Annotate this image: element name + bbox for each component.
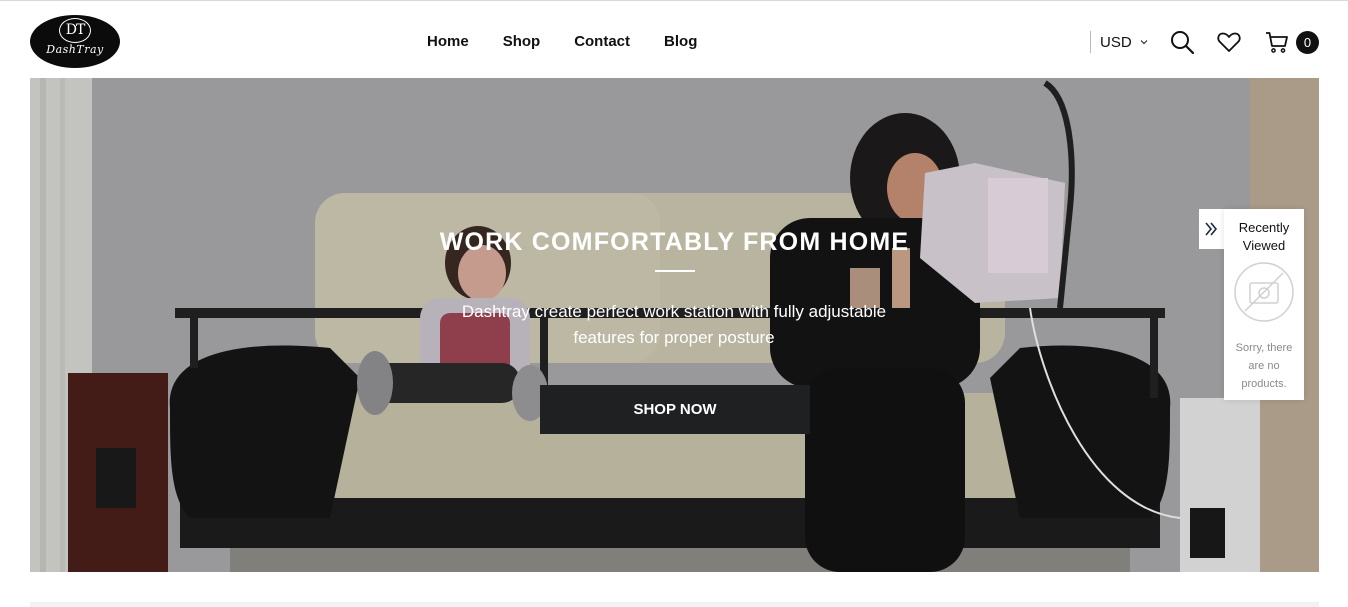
no-image-icon bbox=[1234, 262, 1294, 322]
shop-now-button[interactable]: SHOP NOW bbox=[540, 385, 810, 434]
cart-icon[interactable] bbox=[1264, 29, 1290, 55]
heart-icon[interactable] bbox=[1216, 29, 1242, 55]
site-logo[interactable]: DT DashTray bbox=[30, 15, 120, 68]
nav-contact[interactable]: Contact bbox=[557, 31, 647, 53]
cart-count-badge: 0 bbox=[1296, 31, 1319, 54]
nav-shop[interactable]: Shop bbox=[486, 31, 558, 53]
recently-viewed-toggle[interactable] bbox=[1199, 209, 1225, 249]
logo-wordmark: DashTray bbox=[46, 43, 104, 56]
hero-title: WORK COMFORTABLY FROM HOME bbox=[439, 228, 910, 256]
recently-viewed-panel: Recently Viewed Sorry, there are no prod… bbox=[1224, 209, 1304, 400]
site-header: DT DashTray Home Shop Contact Blog USD 0 bbox=[0, 1, 1348, 78]
hero-subtitle: Dashtray create perfect work station wit… bbox=[461, 302, 887, 347]
nav-home[interactable]: Home bbox=[410, 31, 486, 53]
currency-selector[interactable]: USD bbox=[1090, 31, 1148, 53]
recently-viewed-empty-message: Sorry, there are no products. bbox=[1235, 342, 1293, 390]
main-nav: Home Shop Contact Blog bbox=[410, 31, 714, 53]
logo-monogram: DT bbox=[59, 18, 91, 43]
double-chevron-right-icon bbox=[1205, 222, 1218, 236]
chevron-down-icon bbox=[1140, 40, 1148, 45]
currency-label: USD bbox=[1100, 33, 1132, 51]
next-section-edge bbox=[30, 602, 1319, 607]
recently-viewed-title: Recently Viewed bbox=[1238, 220, 1290, 253]
search-icon[interactable] bbox=[1169, 29, 1195, 55]
hero-divider bbox=[655, 270, 695, 272]
nav-blog[interactable]: Blog bbox=[647, 31, 714, 53]
hero-banner: WORK COMFORTABLY FROM HOME Dashtray crea… bbox=[30, 78, 1319, 572]
